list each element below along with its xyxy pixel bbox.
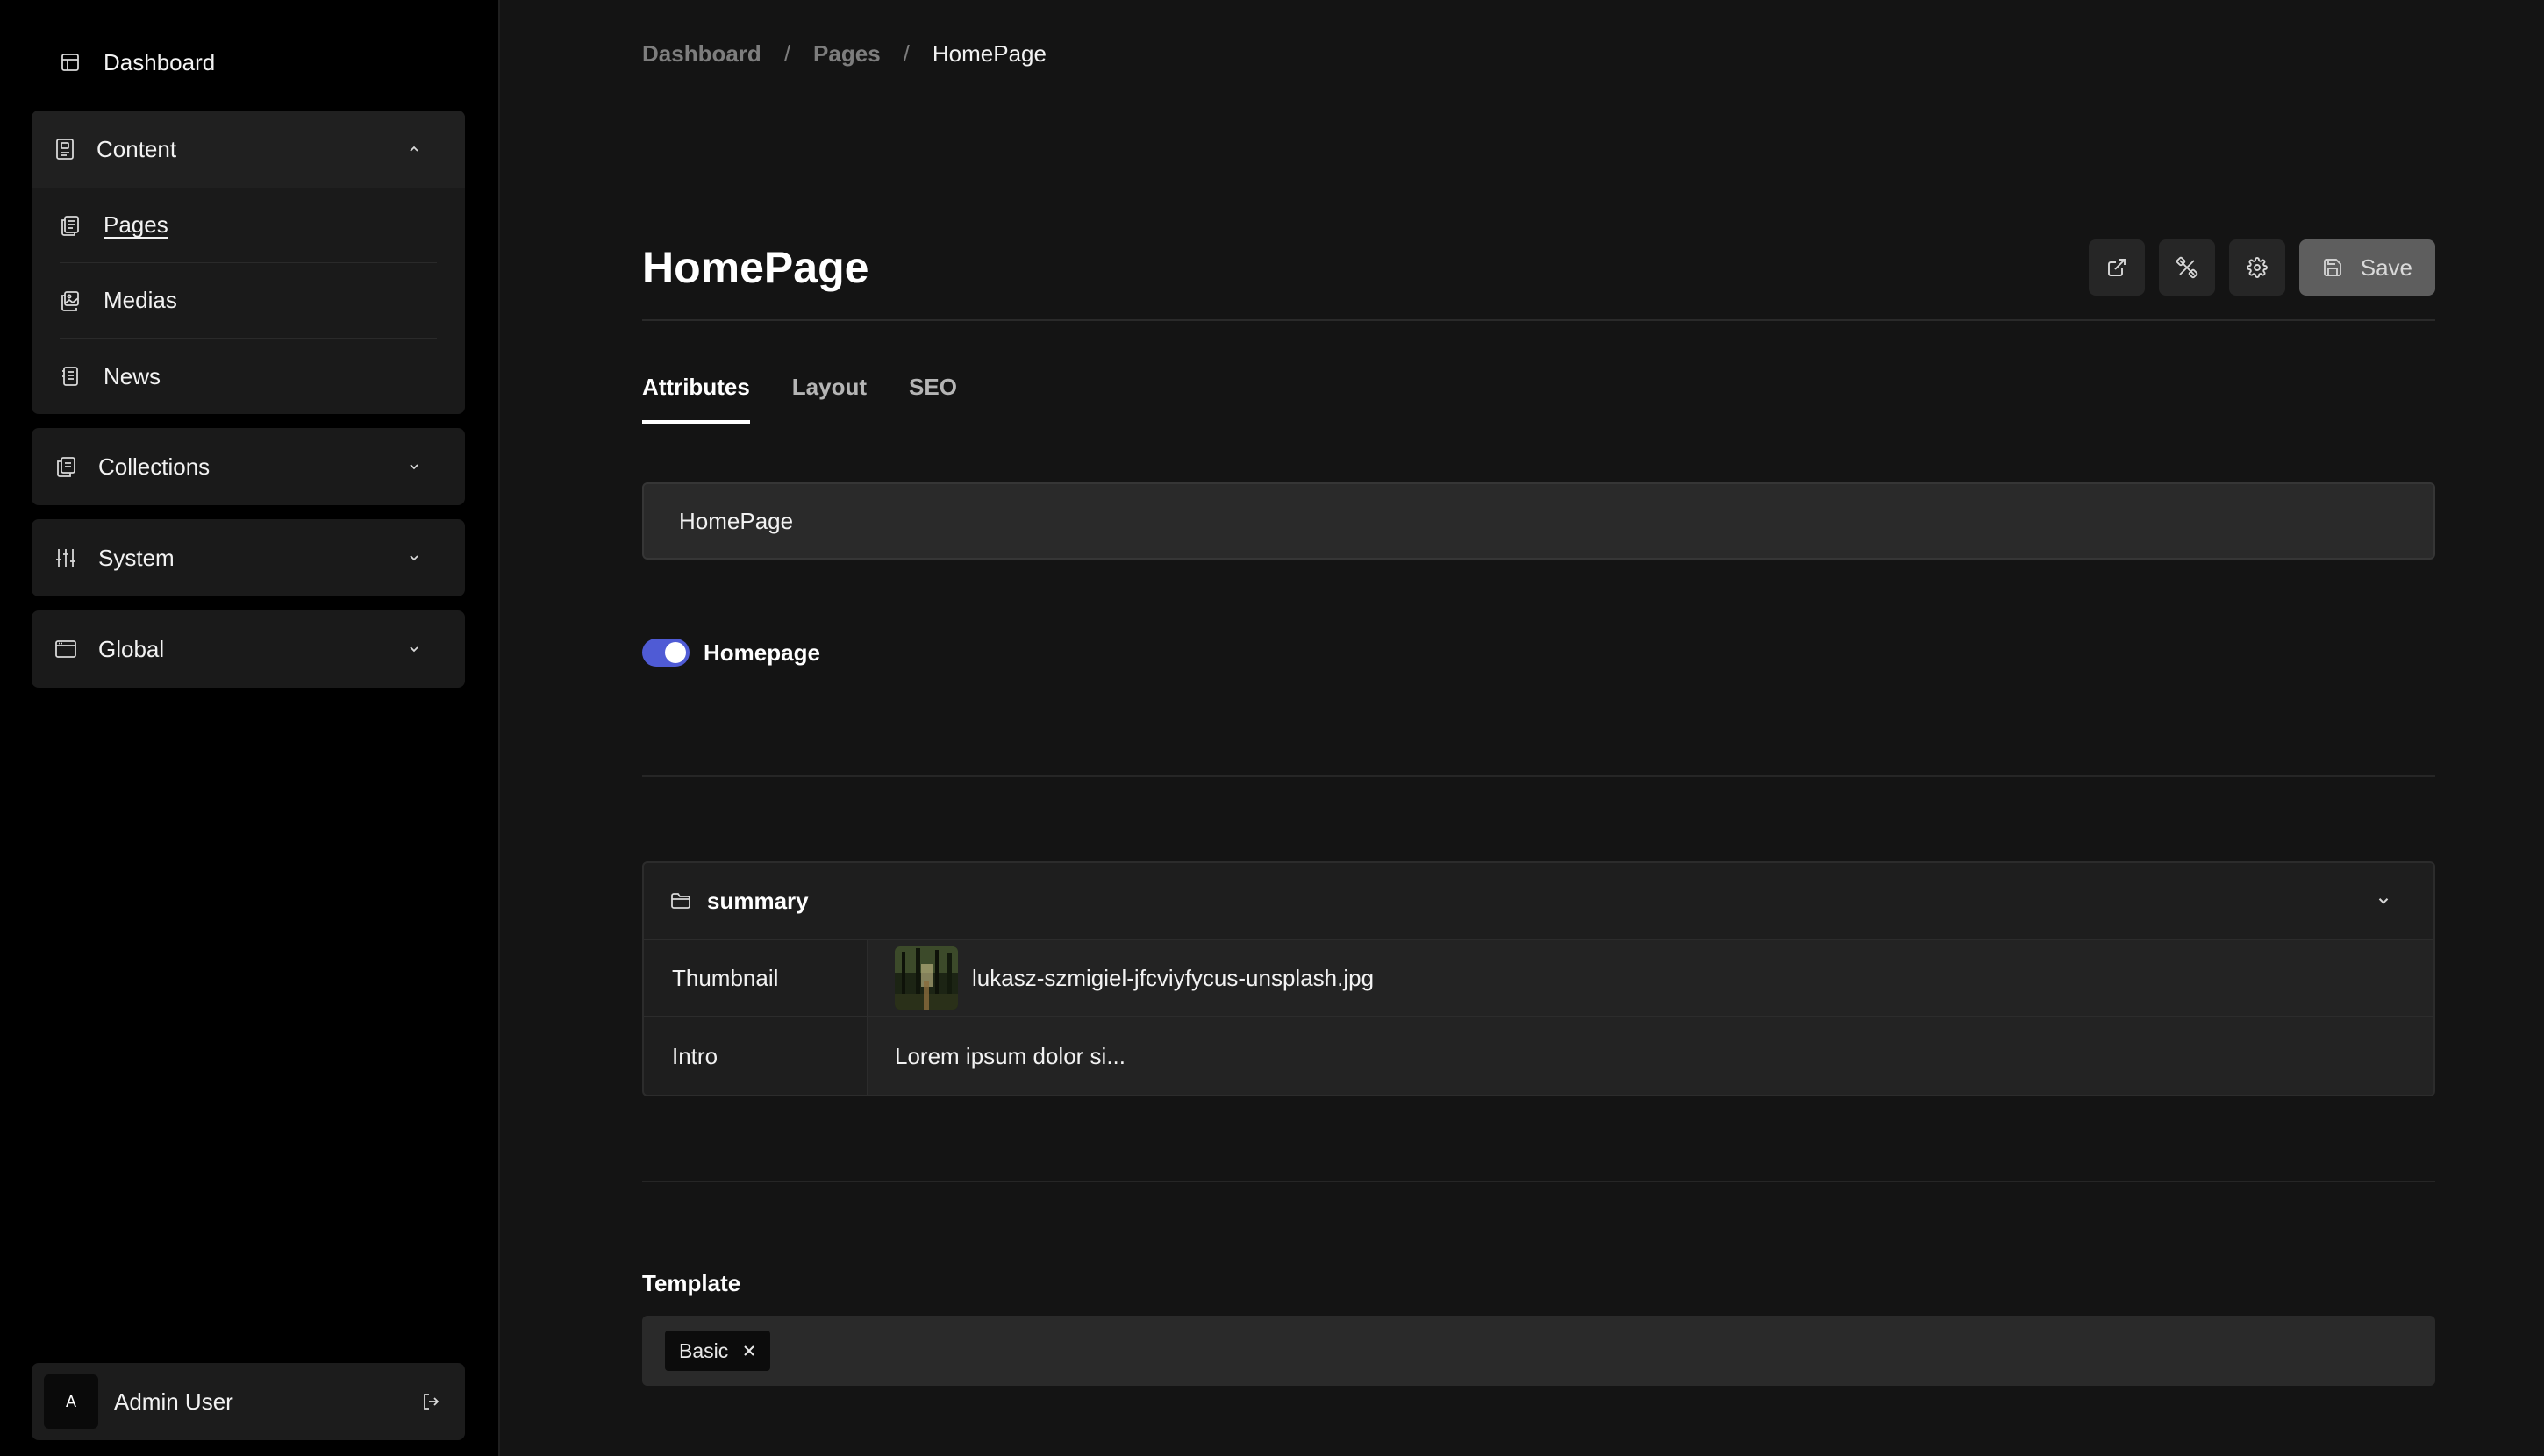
save-button-label: Save: [2360, 253, 2412, 281]
user-menu[interactable]: A Admin User: [32, 1363, 465, 1440]
sidebar-group-label: System: [98, 544, 175, 571]
layout-dashboard-icon: [60, 52, 81, 73]
page-header: HomePage Save: [642, 239, 2435, 321]
logout-icon[interactable]: [421, 1392, 440, 1411]
user-name: Admin User: [114, 1388, 233, 1415]
breadcrumb-link-dashboard[interactable]: Dashboard: [642, 40, 761, 68]
avatar: A: [44, 1374, 98, 1429]
tools-button[interactable]: [2158, 239, 2215, 296]
chevron-up-icon: [407, 142, 421, 156]
tabs: Attributes Layout SEO: [642, 374, 999, 424]
sidebar-group-header-global[interactable]: Global: [32, 610, 465, 688]
template-select[interactable]: Basic: [642, 1316, 2435, 1386]
sidebar-item-label: Medias: [104, 287, 177, 313]
chevron-down-icon: [407, 551, 421, 565]
sidebar-group-header-system[interactable]: System: [32, 519, 465, 596]
save-button[interactable]: Save: [2298, 239, 2435, 296]
sidebar-group-label: Global: [98, 635, 165, 662]
page-title: HomePage: [642, 243, 869, 292]
external-link-icon: [2106, 257, 2127, 278]
tab-layout[interactable]: Layout: [792, 374, 867, 424]
tools-icon: [2176, 256, 2198, 279]
homepage-toggle-label: Homepage: [704, 639, 820, 666]
section-divider: [642, 1181, 2435, 1182]
settings-button[interactable]: [2228, 239, 2285, 296]
sidebar-group-items: Pages Medias News: [32, 188, 465, 414]
sidebar-item-label: News: [104, 362, 161, 389]
pages-icon: [60, 215, 81, 236]
sidebar-group-label: Collections: [98, 453, 211, 480]
tab-attributes[interactable]: Attributes: [642, 374, 750, 424]
sidebar-item-dashboard[interactable]: Dashboard: [32, 33, 465, 91]
chip-label: Basic: [679, 1338, 729, 1362]
thumbnail-filename: lukasz-szmigiel-jfcviyfycus-unsplash.jpg: [972, 964, 1375, 991]
sidebar-item-label: Pages: [104, 211, 168, 238]
sidebar-group-system: System: [32, 519, 465, 596]
breadcrumb-link-pages[interactable]: Pages: [813, 40, 881, 68]
collections-icon: [54, 455, 77, 478]
sliders-icon: [54, 546, 77, 569]
save-icon: [2322, 257, 2343, 278]
summary-key: Thumbnail: [644, 940, 868, 1016]
sidebar-group-label: Content: [96, 135, 177, 162]
breadcrumb-current: HomePage: [932, 40, 1047, 67]
toolbar: Save: [2075, 239, 2435, 296]
sidebar-item-news[interactable]: News: [60, 339, 437, 414]
title-input[interactable]: [642, 482, 2435, 560]
thumbnail-field[interactable]: lukasz-szmigiel-jfcviyfycus-unsplash.jpg: [868, 940, 2433, 1016]
sidebar-group-global: Global: [32, 610, 465, 688]
sidebar-item-label: Dashboard: [104, 48, 216, 75]
sidebar-group-content: Content Pages Medias News: [32, 111, 465, 414]
toggle-knob: [665, 642, 686, 663]
sidebar-item-medias[interactable]: Medias: [60, 263, 437, 339]
gear-icon: [2246, 257, 2268, 278]
close-icon[interactable]: [742, 1339, 756, 1363]
chevron-down-icon: [2376, 893, 2391, 909]
sidebar-group-header-collections[interactable]: Collections: [32, 428, 465, 505]
template-label: Template: [642, 1270, 741, 1296]
chevron-down-icon: [407, 642, 421, 656]
tab-seo[interactable]: SEO: [909, 374, 957, 424]
sidebar: Dashboard Content Pages Medias News Coll…: [0, 0, 500, 1456]
image-icon: [60, 290, 81, 311]
folder-icon: [670, 891, 691, 910]
content-icon: [54, 138, 75, 161]
summary-header[interactable]: summary: [644, 863, 2433, 940]
breadcrumb-separator: /: [783, 40, 791, 67]
homepage-toggle[interactable]: [642, 639, 690, 667]
summary-key: Intro: [644, 1017, 868, 1095]
open-external-button[interactable]: [2088, 239, 2145, 296]
summary-row-thumbnail: Thumbnail lukasz-szmigiel-jfcviyfycus-un…: [644, 940, 2433, 1017]
sidebar-item-pages[interactable]: Pages: [60, 188, 437, 263]
news-icon: [60, 366, 81, 387]
summary-title: summary: [707, 887, 809, 914]
homepage-toggle-row: Homepage: [642, 639, 820, 667]
chevron-down-icon: [407, 460, 421, 474]
summary-row-intro: Intro Lorem ipsum dolor si...: [644, 1017, 2433, 1095]
breadcrumb: Dashboard / Pages / HomePage: [642, 40, 1047, 68]
thumbnail-image: [895, 946, 958, 1010]
template-chip: Basic: [665, 1331, 771, 1371]
window-icon: [54, 639, 77, 660]
breadcrumb-separator: /: [903, 40, 910, 67]
sidebar-group-collections: Collections: [32, 428, 465, 505]
intro-field[interactable]: Lorem ipsum dolor si...: [868, 1017, 2433, 1095]
sidebar-group-header-content[interactable]: Content: [32, 111, 465, 188]
summary-panel: summary Thumbnail lukasz-szmigiel-jfcviy…: [642, 861, 2435, 1096]
section-divider: [642, 775, 2435, 777]
